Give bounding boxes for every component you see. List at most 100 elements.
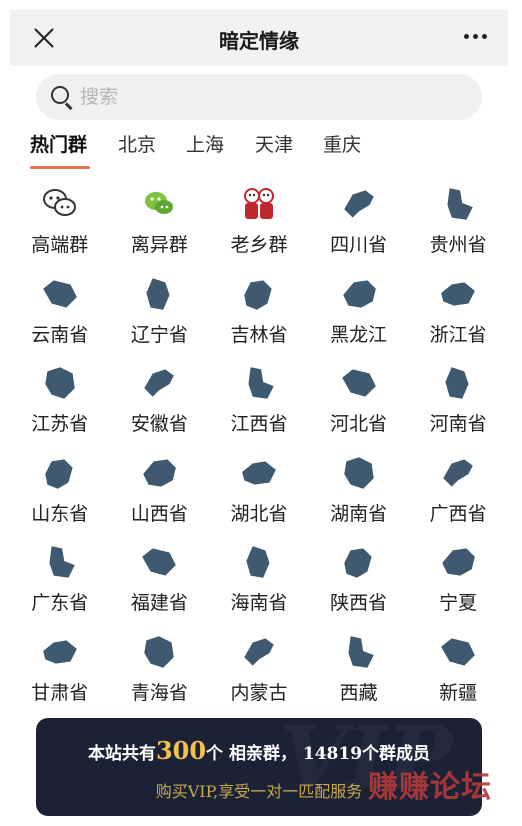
- tab-shanghai[interactable]: 上海: [186, 130, 224, 157]
- group-label: 高端群: [31, 234, 89, 256]
- group-item[interactable]: 安徽省: [110, 359, 210, 447]
- province-map-icon: [436, 453, 480, 493]
- group-label: 宁夏: [439, 592, 478, 614]
- tab-tianjin[interactable]: 天津: [255, 130, 293, 157]
- group-label: 内蒙古: [230, 681, 288, 704]
- group-item[interactable]: 河南省: [408, 359, 508, 447]
- province-map-icon: [137, 453, 181, 493]
- group-item[interactable]: 吉林省: [209, 270, 309, 358]
- province-map-icon: [337, 632, 381, 672]
- province-map-icon: [337, 184, 381, 224]
- province-map-icon: [237, 632, 281, 672]
- group-item[interactable]: 云南省: [10, 270, 110, 358]
- group-item[interactable]: 陕西省: [309, 538, 409, 626]
- group-item[interactable]: 青海省: [110, 628, 210, 716]
- group-label: 云南省: [31, 323, 89, 346]
- province-map-icon: [337, 274, 381, 314]
- group-label: 四川省: [330, 234, 388, 256]
- group-item[interactable]: 海南省: [209, 538, 309, 626]
- vip-banner[interactable]: VIP 本站共有300个 相亲群， 14819个群成员 购买VIP,享受一对一匹…: [36, 718, 482, 816]
- province-map-icon: [237, 542, 281, 582]
- group-label: 广西省: [429, 502, 487, 525]
- group-item[interactable]: 老乡群: [209, 180, 309, 268]
- wechat-icon: [137, 184, 181, 224]
- province-map-icon: [38, 363, 82, 403]
- province-map-icon: [436, 184, 480, 224]
- group-item[interactable]: 内蒙古: [209, 628, 309, 716]
- group-label: 贵州省: [429, 234, 487, 256]
- province-map-icon: [38, 274, 82, 314]
- group-label: 吉林省: [230, 323, 288, 346]
- province-map-icon: [38, 453, 82, 493]
- group-label: 安徽省: [130, 413, 188, 435]
- group-item[interactable]: 四川省: [309, 180, 409, 268]
- group-item[interactable]: 新疆: [408, 628, 508, 716]
- banner-vip-offer: 购买VIP,享受一对一匹配服务: [155, 782, 363, 801]
- banner-stats: 本站共有300个 相亲群， 14819个群成员: [87, 736, 431, 765]
- search-bar[interactable]: [36, 74, 482, 120]
- province-map-icon: [237, 274, 281, 314]
- province-map-icon: [137, 542, 181, 582]
- province-map-icon: [337, 453, 381, 493]
- group-label: 河南省: [429, 413, 487, 435]
- province-map-icon: [38, 632, 82, 672]
- group-label: 福建省: [130, 592, 188, 614]
- group-item[interactable]: 湖北省: [209, 449, 309, 537]
- province-map-icon: [137, 363, 181, 403]
- tab-chongqing[interactable]: 重庆: [323, 130, 361, 157]
- group-item[interactable]: 江西省: [209, 359, 309, 447]
- group-item[interactable]: 山西省: [110, 449, 210, 537]
- group-item[interactable]: 西藏: [309, 628, 409, 716]
- app-frame: 暗定情缘 热门群 北京 上海 天津 重庆 高端群 离异群 老乡群 四川省 贵州省云南省 辽…: [10, 10, 508, 822]
- member-count: 14819: [302, 744, 363, 764]
- group-label: 陕西省: [330, 592, 388, 614]
- group-item[interactable]: 江苏省: [10, 359, 110, 447]
- tab-beijing[interactable]: 北京: [118, 130, 156, 157]
- group-label: 河北省: [330, 413, 388, 435]
- tab-hot-groups[interactable]: 热门群: [30, 130, 87, 157]
- province-map-icon: [137, 274, 181, 314]
- group-item[interactable]: 甘肃省: [10, 628, 110, 716]
- group-label: 西藏: [339, 681, 378, 704]
- province-map-icon: [436, 363, 480, 403]
- group-item[interactable]: 山东省: [10, 449, 110, 537]
- group-item[interactable]: 广西省: [408, 449, 508, 537]
- province-map-icon: [337, 363, 381, 403]
- group-item[interactable]: 宁夏: [408, 538, 508, 626]
- group-label: 甘肃省: [31, 681, 89, 704]
- group-label: 山西省: [130, 502, 188, 525]
- group-item[interactable]: 河北省: [309, 359, 409, 447]
- group-item[interactable]: 辽宁省: [110, 270, 210, 358]
- group-label: 广东省: [31, 592, 89, 614]
- group-item[interactable]: 贵州省: [408, 180, 508, 268]
- group-label: 辽宁省: [130, 323, 188, 346]
- group-count: 300: [155, 736, 207, 765]
- search-icon: [50, 85, 74, 109]
- group-item[interactable]: 离异群: [110, 180, 210, 268]
- group-label: 浙江省: [429, 323, 487, 346]
- group-label: 离异群: [130, 234, 188, 256]
- group-item[interactable]: 福建省: [110, 538, 210, 626]
- province-map-icon: [237, 363, 281, 403]
- group-item[interactable]: 高端群: [10, 180, 110, 268]
- province-map-icon: [137, 632, 181, 672]
- group-item[interactable]: 黑龙江: [309, 270, 409, 358]
- group-item[interactable]: 广东省: [10, 538, 110, 626]
- group-item[interactable]: 浙江省: [408, 270, 508, 358]
- province-map-icon: [436, 632, 480, 672]
- group-label: 江苏省: [31, 413, 89, 435]
- active-tab-indicator: [30, 166, 90, 169]
- group-label: 老乡群: [230, 234, 288, 256]
- group-label: 湖南省: [330, 502, 388, 525]
- page-title: 暗定情缘: [219, 29, 299, 53]
- chat-bubbles-icon: [38, 184, 82, 224]
- close-icon[interactable]: [30, 24, 58, 52]
- group-item[interactable]: 湖南省: [309, 449, 409, 537]
- province-map-icon: [337, 542, 381, 582]
- couple-icon: [237, 184, 281, 224]
- group-label: 黑龙江: [330, 323, 388, 346]
- top-bar: 暗定情缘: [10, 10, 508, 66]
- province-map-icon: [436, 274, 480, 314]
- search-input[interactable]: [80, 74, 460, 120]
- more-options-icon[interactable]: [462, 32, 490, 42]
